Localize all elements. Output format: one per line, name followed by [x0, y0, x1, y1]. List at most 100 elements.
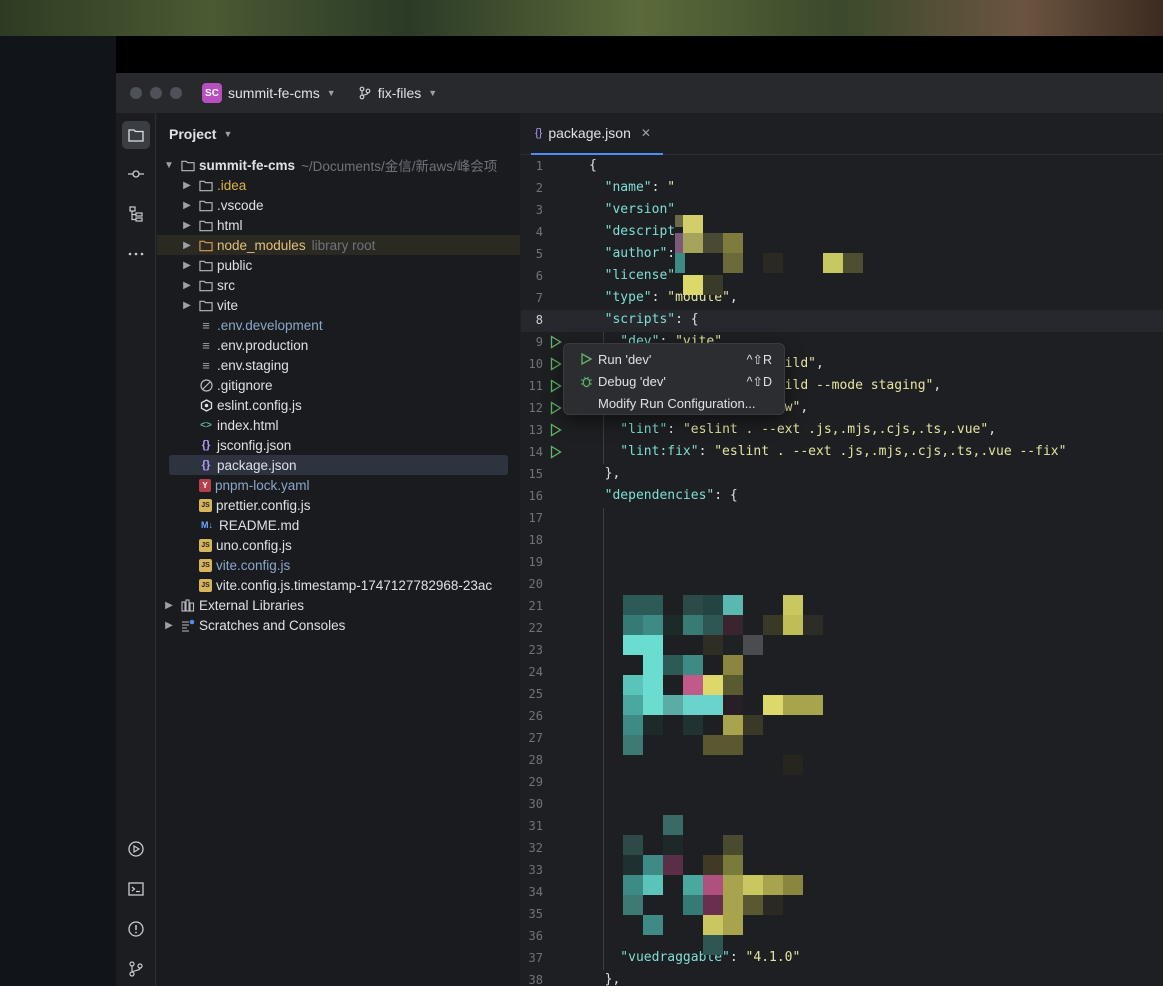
folder-icon: [181, 158, 195, 172]
code-token: "eslint . --ext .js,.mjs,.cjs,.ts,.vue": [682, 422, 989, 437]
collapsed-arrow-icon[interactable]: ▶: [181, 280, 193, 291]
tree-item[interactable]: {} jsconfig.json: [157, 435, 520, 455]
redacted-pixel-block: [723, 715, 743, 735]
tab-package-json[interactable]: {} package.json ✕: [531, 113, 663, 155]
services-tool-button[interactable]: [122, 835, 150, 863]
redacted-pixel-block: [783, 595, 803, 615]
code-text: "license": [589, 268, 675, 283]
tree-item[interactable]: ▶ .vscode: [157, 195, 520, 215]
code-token: :: [651, 180, 668, 195]
tree-item[interactable]: JS vite.config.js.timestamp-1747127782968…: [157, 575, 520, 595]
redacted-pixel-block: [803, 615, 823, 635]
git-tool-button[interactable]: [122, 955, 150, 983]
code-token: : {: [714, 488, 738, 503]
redacted-pixel-block: [663, 855, 683, 875]
tree-item[interactable]: ▶ vite: [157, 295, 520, 315]
terminal-tool-button[interactable]: [122, 875, 150, 903]
collapsed-arrow-icon[interactable]: ▶: [181, 260, 193, 271]
line-number: 37: [528, 951, 543, 965]
redacted-pixel-block: [683, 275, 703, 295]
run-dev-menu-item[interactable]: Run 'dev' ^⇧R: [564, 348, 786, 370]
code-line: 15 },: [521, 464, 1163, 486]
line-number: 36: [528, 929, 543, 943]
tree-item[interactable]: JS uno.config.js: [157, 535, 520, 555]
tree-item[interactable]: eslint.config.js: [157, 395, 520, 415]
line-number: 21: [528, 599, 543, 613]
line-number: 33: [528, 863, 543, 877]
tree-item[interactable]: {} package.json: [169, 455, 508, 475]
project-tool-button[interactable]: [122, 121, 150, 149]
tree-item[interactable]: ▶ External Libraries: [157, 595, 520, 615]
run-script-icon[interactable]: [550, 379, 562, 393]
tree-item[interactable]: Ypnpm-lock.yaml: [157, 475, 520, 495]
tree-item[interactable]: <> index.html: [157, 415, 520, 435]
close-icon[interactable]: ✕: [641, 126, 651, 140]
code-line: 18: [521, 530, 1163, 552]
zoom-window-button[interactable]: [170, 87, 182, 99]
commit-tool-button[interactable]: [122, 160, 150, 188]
redacted-pixel-block: [683, 895, 703, 915]
project-switcher[interactable]: SC summit-fe-cms ▼: [202, 83, 336, 103]
run-script-icon[interactable]: [550, 423, 562, 437]
line-number: 29: [528, 775, 543, 789]
redacted-pixel-block: [703, 275, 723, 295]
tree-item[interactable]: ≡ .env.development: [157, 315, 520, 335]
code-line: 30: [521, 794, 1163, 816]
tree-item[interactable]: JS prettier.config.js: [157, 495, 520, 515]
tree-item[interactable]: ≡ .env.production: [157, 335, 520, 355]
code-line: 29: [521, 772, 1163, 794]
modify-run-config-menu-item[interactable]: Modify Run Configuration...: [564, 392, 786, 414]
problems-tool-button[interactable]: [122, 915, 150, 943]
run-script-icon[interactable]: [550, 445, 562, 459]
redacted-pixel-block: [723, 655, 743, 675]
code-line: 27: [521, 728, 1163, 750]
structure-tool-button[interactable]: [122, 200, 150, 228]
tree-item[interactable]: ▶ html: [157, 215, 520, 235]
project-panel-header[interactable]: Project ▼: [157, 113, 520, 155]
more-tools-button[interactable]: [122, 240, 150, 268]
branch-switcher[interactable]: fix-files ▼: [358, 85, 437, 101]
tree-item[interactable]: ▶ public: [157, 255, 520, 275]
collapsed-arrow-icon[interactable]: ▶: [181, 240, 193, 251]
debug-dev-menu-item[interactable]: Debug 'dev' ^⇧D: [564, 370, 786, 392]
collapsed-arrow-icon[interactable]: ▶: [181, 180, 193, 191]
run-script-icon[interactable]: [550, 401, 562, 415]
code-line: 26: [521, 706, 1163, 728]
redacted-pixel-block: [643, 655, 663, 675]
minimize-window-button[interactable]: [150, 87, 162, 99]
collapsed-arrow-icon[interactable]: ▶: [163, 620, 175, 631]
tree-item-label: .env.staging: [217, 357, 289, 373]
chevron-down-icon: ▼: [428, 88, 438, 98]
collapsed-arrow-icon[interactable]: ▶: [181, 200, 193, 211]
code-token: "license": [589, 268, 676, 283]
html-file-icon: <>: [200, 419, 212, 431]
tree-item[interactable]: ▶ src: [157, 275, 520, 295]
close-window-button[interactable]: [130, 87, 142, 99]
collapsed-arrow-icon[interactable]: ▶: [181, 220, 193, 231]
tree-item[interactable]: M↓ README.md: [157, 515, 520, 535]
tree-item[interactable]: .gitignore: [157, 375, 520, 395]
tree-root[interactable]: ▼ summit-fe-cms ~/Documents/金信/新aws/峰会项: [157, 155, 520, 175]
code-line: 3 "version": [521, 200, 1163, 222]
collapsed-arrow-icon[interactable]: ▶: [163, 600, 175, 611]
tool-window-strip: [116, 113, 156, 986]
code-line: 24: [521, 662, 1163, 684]
run-script-icon[interactable]: [550, 335, 562, 349]
tree-item-label: uno.config.js: [216, 537, 292, 553]
code-line: 1{: [521, 156, 1163, 178]
tree-item[interactable]: ▶ .idea: [157, 175, 520, 195]
run-script-icon[interactable]: [550, 357, 562, 371]
tree-item[interactable]: ≡ .env.staging: [157, 355, 520, 375]
tree-item-label: .vscode: [217, 197, 264, 213]
redacted-pixel-block: [723, 675, 743, 695]
tree-item[interactable]: JS vite.config.js: [157, 555, 520, 575]
redacted-pixel-block: [763, 615, 783, 635]
text-file-icon: ≡: [202, 337, 210, 353]
tree-item[interactable]: ▶ Scratches and Consoles: [157, 615, 520, 635]
code-token: ,: [988, 422, 997, 437]
line-number: 23: [528, 643, 543, 657]
expanded-arrow-icon[interactable]: ▼: [163, 160, 175, 171]
tree-item[interactable]: ▶ node_modules library root: [157, 235, 520, 255]
folder-icon: [128, 129, 144, 142]
collapsed-arrow-icon[interactable]: ▶: [181, 300, 193, 311]
